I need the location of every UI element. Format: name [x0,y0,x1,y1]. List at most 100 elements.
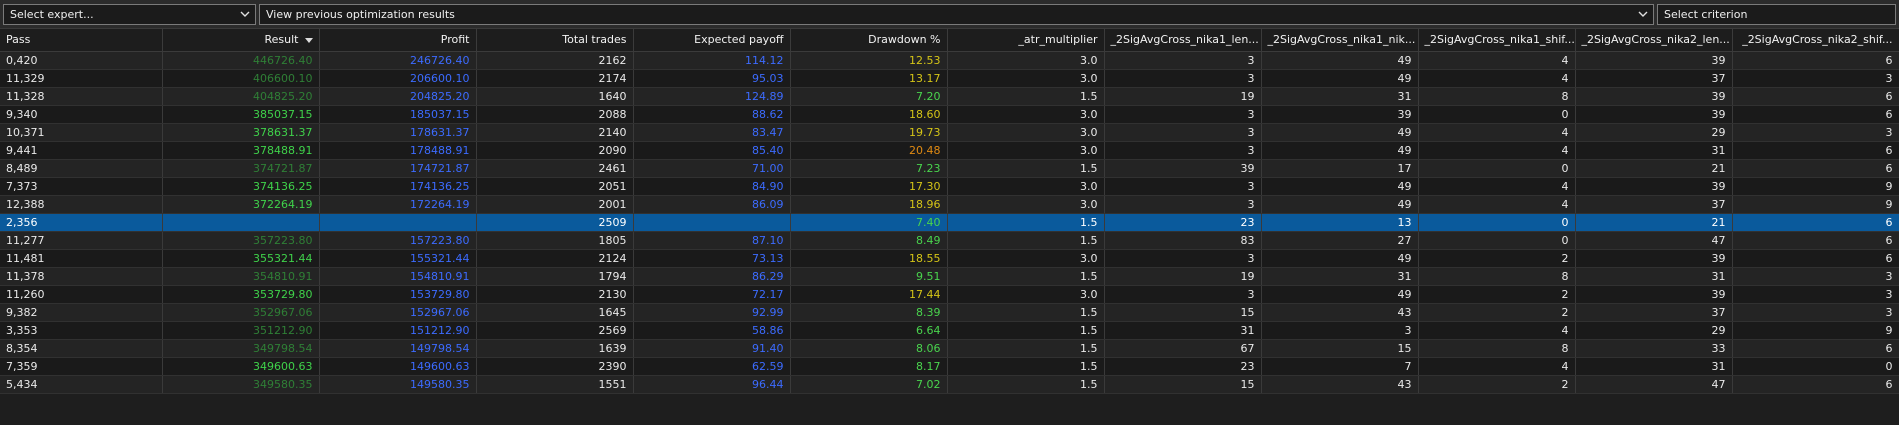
column-header-label: _2SigAvgCross_nika1_len... [1110,33,1259,47]
cell-nika2-len: 39 [1575,249,1733,268]
table-row[interactable]: 11,277 357223.80 157223.80 1805 87.10 8.49 1.5… [0,231,1899,250]
cell-nika1-shif: 8 [1418,339,1576,358]
cell-nika2-shif: 6 [1732,213,1899,232]
select-criterion-dropdown[interactable]: Select criterion [1657,4,1896,25]
cell-nika2-shif: 3 [1732,285,1899,304]
cell-profit [319,213,477,232]
cell-expected-payoff: 95.03 [633,69,791,88]
cell-nika1-shif: 2 [1418,375,1576,394]
cell-expected-payoff: 92.99 [633,303,791,322]
cell-result: 352967.06 [162,303,320,322]
cell-nika1-nik: 13 [1261,213,1419,232]
column-header-label: _2SigAvgCross_nika1_nik... [1267,33,1416,47]
column-header-label: _atr_multiplier [1018,33,1098,47]
cell-nika1-nik: 7 [1261,357,1419,376]
column-header-1[interactable]: Result [162,29,320,52]
cell-total-trades: 1551 [476,375,634,394]
select-expert-dropdown[interactable]: Select expert... [3,4,256,25]
table-row[interactable]: 0,420 446726.40 246726.40 2162 114.12 12.53 3.… [0,51,1899,70]
cell-nika2-shif: 6 [1732,159,1899,178]
cell-nika1-len: 23 [1104,357,1262,376]
table-row[interactable]: 5,434 349580.35 149580.35 1551 96.44 7.02 1.5 1… [0,375,1899,394]
cell-nika2-shif: 9 [1732,177,1899,196]
cell-drawdown: 13.17 [790,69,948,88]
select-expert-label: Select expert... [10,8,94,21]
cell-nika2-len: 47 [1575,231,1733,250]
table-row[interactable]: 11,481 355321.44 155321.44 2124 73.13 18.55 3.… [0,249,1899,268]
cell-expected-payoff: 124.89 [633,87,791,106]
cell-nika1-shif: 4 [1418,195,1576,214]
table-row[interactable]: 10,371 378631.37 178631.37 2140 83.47 19.73 3.… [0,123,1899,142]
cell-expected-payoff: 73.13 [633,249,791,268]
table-row[interactable]: 9,441 378488.91 178488.91 2090 85.40 20.48 3.0… [0,141,1899,160]
cell-nika1-shif: 8 [1418,267,1576,286]
column-header-5[interactable]: Drawdown % [790,29,948,52]
cell-nika1-shif: 4 [1418,357,1576,376]
cell-atr-multiplier: 1.5 [947,159,1105,178]
cell-result: 351212.90 [162,321,320,340]
column-header-4[interactable]: Expected payoff [633,29,791,52]
table-row[interactable]: 8,354 349798.54 149798.54 1639 91.40 8.06 1.5 6… [0,339,1899,358]
table-row[interactable]: 11,260 353729.80 153729.80 2130 72.17 17.44 3.… [0,285,1899,304]
table-row[interactable]: 12,388 372264.19 172264.19 2001 86.09 18.96 3.… [0,195,1899,214]
column-header-9[interactable]: _2SigAvgCross_nika1_shif... [1418,29,1576,52]
table-row[interactable]: 9,382 352967.06 152967.06 1645 92.99 8.39 1.5 1… [0,303,1899,322]
column-header-11[interactable]: _2SigAvgCross_nika2_shif... [1732,29,1899,52]
table-row[interactable]: 8,489 374721.87 174721.87 2461 71.00 7.23 1.5 3… [0,159,1899,178]
column-header-0[interactable]: Pass [0,29,163,52]
cell-nika1-len: 15 [1104,303,1262,322]
cell-nika1-nik: 31 [1261,267,1419,286]
cell-nika1-nik: 17 [1261,159,1419,178]
table-row[interactable]: 7,359 349600.63 149600.63 2390 62.59 8.17 1.5 2… [0,357,1899,376]
cell-drawdown: 6.64 [790,321,948,340]
cell-nika1-shif: 4 [1418,141,1576,160]
cell-atr-multiplier: 1.5 [947,231,1105,250]
column-header-label: Drawdown % [868,33,941,47]
table-row[interactable]: 11,329 406600.10 206600.10 2174 95.03 13.17 3.… [0,69,1899,88]
cell-pass: 9,382 [0,303,163,322]
table-row[interactable]: 3,353 351212.90 151212.90 2569 58.86 6.64 1.5 3… [0,321,1899,340]
cell-total-trades: 2051 [476,177,634,196]
view-results-dropdown[interactable]: View previous optimization results [259,4,1654,25]
cell-profit: 149798.54 [319,339,477,358]
table-row[interactable]: 9,340 385037.15 185037.15 2088 88.62 18.60 3.0… [0,105,1899,124]
cell-nika1-nik: 27 [1261,231,1419,250]
column-header-7[interactable]: _2SigAvgCross_nika1_len... [1104,29,1262,52]
table-row[interactable]: 7,373 374136.25 174136.25 2051 84.90 17.30 3.0… [0,177,1899,196]
column-header-label: _2SigAvgCross_nika2_len... [1581,33,1730,47]
cell-nika1-len: 3 [1104,249,1262,268]
cell-nika1-shif: 2 [1418,249,1576,268]
cell-pass: 8,489 [0,159,163,178]
column-header-label: Total trades [562,33,627,47]
sort-descending-icon[interactable] [304,37,313,43]
table-row[interactable]: 11,328 404825.20 204825.20 1640 124.89 7.20 1.… [0,87,1899,106]
cell-pass: 11,481 [0,249,163,268]
cell-profit: 206600.10 [319,69,477,88]
table-header: Pass Result Profit Total trades Expected pay… [0,29,1899,52]
cell-nika2-shif: 0 [1732,357,1899,376]
column-header-10[interactable]: _2SigAvgCross_nika2_len... [1575,29,1733,52]
cell-nika2-len: 47 [1575,375,1733,394]
column-header-6[interactable]: _atr_multiplier [947,29,1105,52]
cell-nika1-len: 19 [1104,87,1262,106]
column-header-3[interactable]: Total trades [476,29,634,52]
table-row[interactable]: 11,378 354810.91 154810.91 1794 86.29 9.51 1.5… [0,267,1899,286]
column-header-label: _2SigAvgCross_nika1_shif... [1424,33,1575,47]
table-row-selected[interactable]: 2,356 2509 7.40 1.5 23 13 0 21 6 [0,213,1899,232]
cell-nika1-len: 15 [1104,375,1262,394]
cell-atr-multiplier: 1.5 [947,267,1105,286]
column-header-2[interactable]: Profit [319,29,477,52]
cell-nika1-len: 3 [1104,285,1262,304]
cell-nika2-len: 39 [1575,105,1733,124]
cell-drawdown: 12.53 [790,51,948,70]
cell-expected-payoff: 72.17 [633,285,791,304]
cell-result: 374136.25 [162,177,320,196]
column-header-label: Pass [6,33,31,47]
column-header-8[interactable]: _2SigAvgCross_nika1_nik... [1261,29,1419,52]
cell-expected-payoff: 71.00 [633,159,791,178]
cell-nika1-len: 23 [1104,213,1262,232]
cell-pass: 10,371 [0,123,163,142]
cell-drawdown: 7.02 [790,375,948,394]
cell-atr-multiplier: 3.0 [947,249,1105,268]
cell-profit: 152967.06 [319,303,477,322]
